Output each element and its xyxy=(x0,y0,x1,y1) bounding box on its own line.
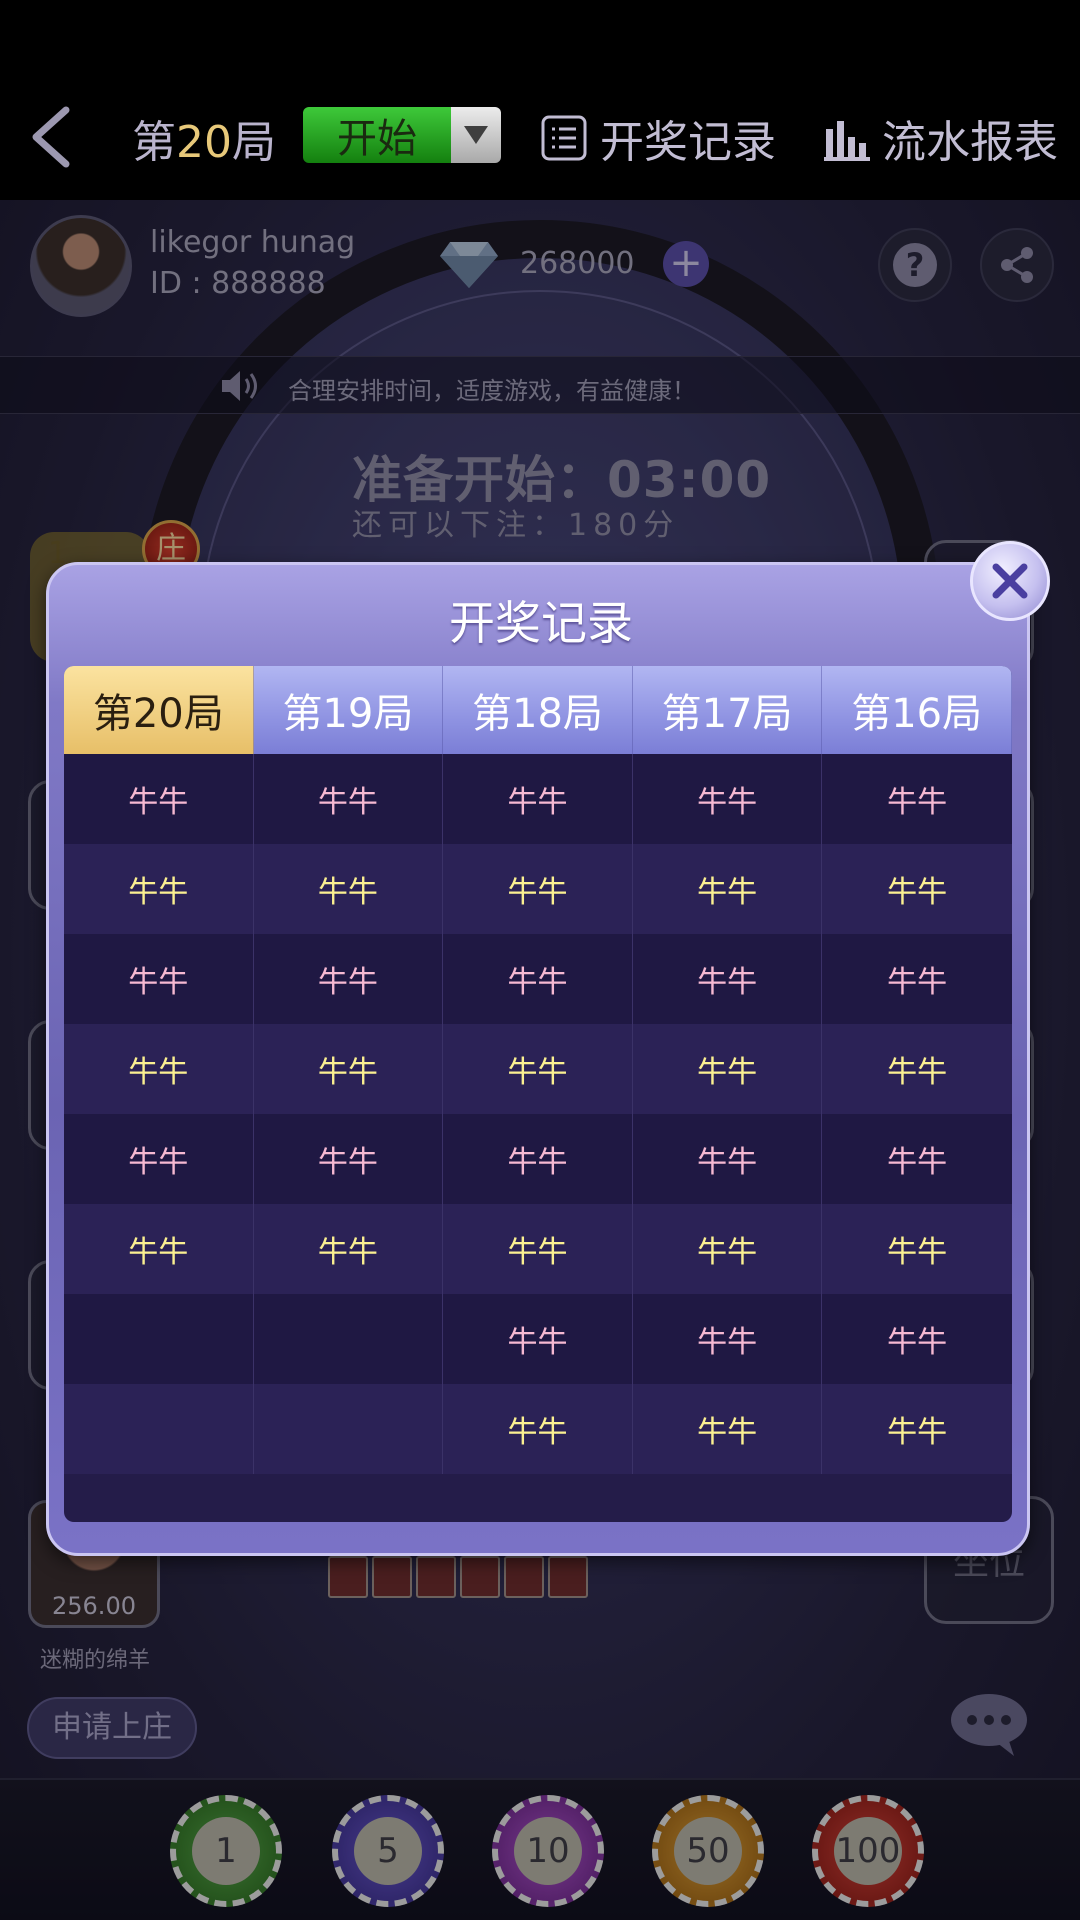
nav-lottery-record-label: 开奖记录 xyxy=(600,117,776,168)
bar-chart-icon xyxy=(824,121,870,161)
table-cell: 牛牛 xyxy=(887,875,948,910)
table-cell: 牛牛 xyxy=(254,1204,444,1294)
table-cell: 牛牛 xyxy=(887,1235,948,1270)
triangle-down-icon xyxy=(464,126,488,144)
table-cell: 牛牛 xyxy=(633,1294,823,1384)
tab-round[interactable]: 第17局 xyxy=(633,666,823,754)
record-table: 第20局 第19局 第18局 第17局 第16局 牛牛 牛牛 牛牛 牛牛 牛牛 牛牛 牛牛 牛牛 牛牛牛… xyxy=(64,666,1012,1522)
table-cell: 牛牛 xyxy=(633,844,823,934)
table-row: 牛牛 牛牛 牛牛 牛牛 牛牛 xyxy=(64,844,1012,934)
back-button[interactable] xyxy=(26,104,86,174)
table-row: 牛牛 牛牛 牛牛 牛牛 牛牛 xyxy=(64,1204,1012,1294)
round-number: 20 xyxy=(176,117,232,168)
table-row: 牛牛 牛牛 牛牛 牛牛 牛牛 xyxy=(64,1114,1012,1204)
table-cell: 牛牛 xyxy=(887,1145,948,1180)
table-cell: 牛牛 xyxy=(633,934,823,1024)
tab-round[interactable]: 第19局 xyxy=(254,666,444,754)
nav-flow-report[interactable]: 流水报表 xyxy=(824,106,1058,170)
table-cell: 牛牛 xyxy=(64,1114,254,1204)
table-row: 牛牛 牛牛 牛牛 xyxy=(64,1294,1012,1384)
table-cell: 牛牛 xyxy=(443,1024,633,1114)
table-row: 牛牛 牛牛 牛牛 xyxy=(64,1384,1012,1474)
table-cell: 牛牛 xyxy=(254,934,444,1024)
table-row: 牛牛 牛牛 牛牛 牛牛 牛牛 xyxy=(64,1024,1012,1114)
table-cell: 牛牛 xyxy=(887,785,948,820)
round-label: 第20局 xyxy=(132,117,276,168)
start-dropdown[interactable]: 开始 xyxy=(303,107,501,163)
table-row: 牛牛 牛牛 牛牛 牛牛 牛牛 xyxy=(64,934,1012,1024)
nav-flow-report-label: 流水报表 xyxy=(882,117,1058,168)
round-tabs: 第20局 第19局 第18局 第17局 第16局 xyxy=(64,666,1012,754)
table-cell: 牛牛 xyxy=(254,1024,444,1114)
table-cell: 牛牛 xyxy=(64,934,254,1024)
table-cell: 牛牛 xyxy=(443,1114,633,1204)
table-cell xyxy=(254,1384,444,1474)
table-cell: 牛牛 xyxy=(64,844,254,934)
table-cell: 牛牛 xyxy=(443,1294,633,1384)
table-cell: 牛牛 xyxy=(254,844,444,934)
table-cell: 牛牛 xyxy=(633,754,823,844)
table-cell: 牛牛 xyxy=(64,1024,254,1114)
nav-lottery-record[interactable]: 开奖记录 xyxy=(540,106,776,170)
chevron-left-icon xyxy=(32,106,70,168)
table-cell: 牛牛 xyxy=(633,1114,823,1204)
table-cell: 牛牛 xyxy=(633,1024,823,1114)
table-cell: 牛牛 xyxy=(254,754,444,844)
table-cell: 牛牛 xyxy=(887,1055,948,1090)
tab-round[interactable]: 第16局 xyxy=(822,666,1012,754)
table-cell: 牛牛 xyxy=(887,1415,948,1450)
table-cell: 牛牛 xyxy=(633,1204,823,1294)
top-bar: 第20局 开始 开奖记录 流水报表 xyxy=(0,0,1080,200)
table-cell: 牛牛 xyxy=(64,1204,254,1294)
close-icon xyxy=(992,563,1028,599)
list-icon xyxy=(541,115,587,161)
table-cell: 牛牛 xyxy=(443,934,633,1024)
table-cell: 牛牛 xyxy=(443,754,633,844)
table-cell: 牛牛 xyxy=(443,1204,633,1294)
table-cell: 牛牛 xyxy=(64,754,254,844)
table-cell: 牛牛 xyxy=(887,1325,948,1360)
table-cell: 牛牛 xyxy=(443,844,633,934)
tab-round[interactable]: 第18局 xyxy=(443,666,633,754)
tab-round[interactable]: 第20局 xyxy=(64,666,254,754)
table-cell: 牛牛 xyxy=(254,1114,444,1204)
close-button[interactable] xyxy=(970,541,1050,621)
dropdown-arrow[interactable] xyxy=(451,107,501,163)
table-cell: 牛牛 xyxy=(633,1384,823,1474)
table-cell xyxy=(254,1294,444,1384)
dialog-title: 开奖记录 xyxy=(449,596,633,650)
table-cell: 牛牛 xyxy=(887,965,948,1000)
table-cell: 牛牛 xyxy=(443,1384,633,1474)
start-button[interactable]: 开始 xyxy=(303,107,451,163)
table-cell xyxy=(64,1384,254,1474)
record-table-body: 牛牛 牛牛 牛牛 牛牛 牛牛 牛牛 牛牛 牛牛 牛牛 牛牛 牛牛 牛牛 牛牛 牛牛 牛牛 牛牛 牛牛 牛牛 牛牛 牛牛… xyxy=(64,754,1012,1474)
table-row: 牛牛 牛牛 牛牛 牛牛 牛牛 xyxy=(64,754,1012,844)
table-cell xyxy=(64,1294,254,1384)
